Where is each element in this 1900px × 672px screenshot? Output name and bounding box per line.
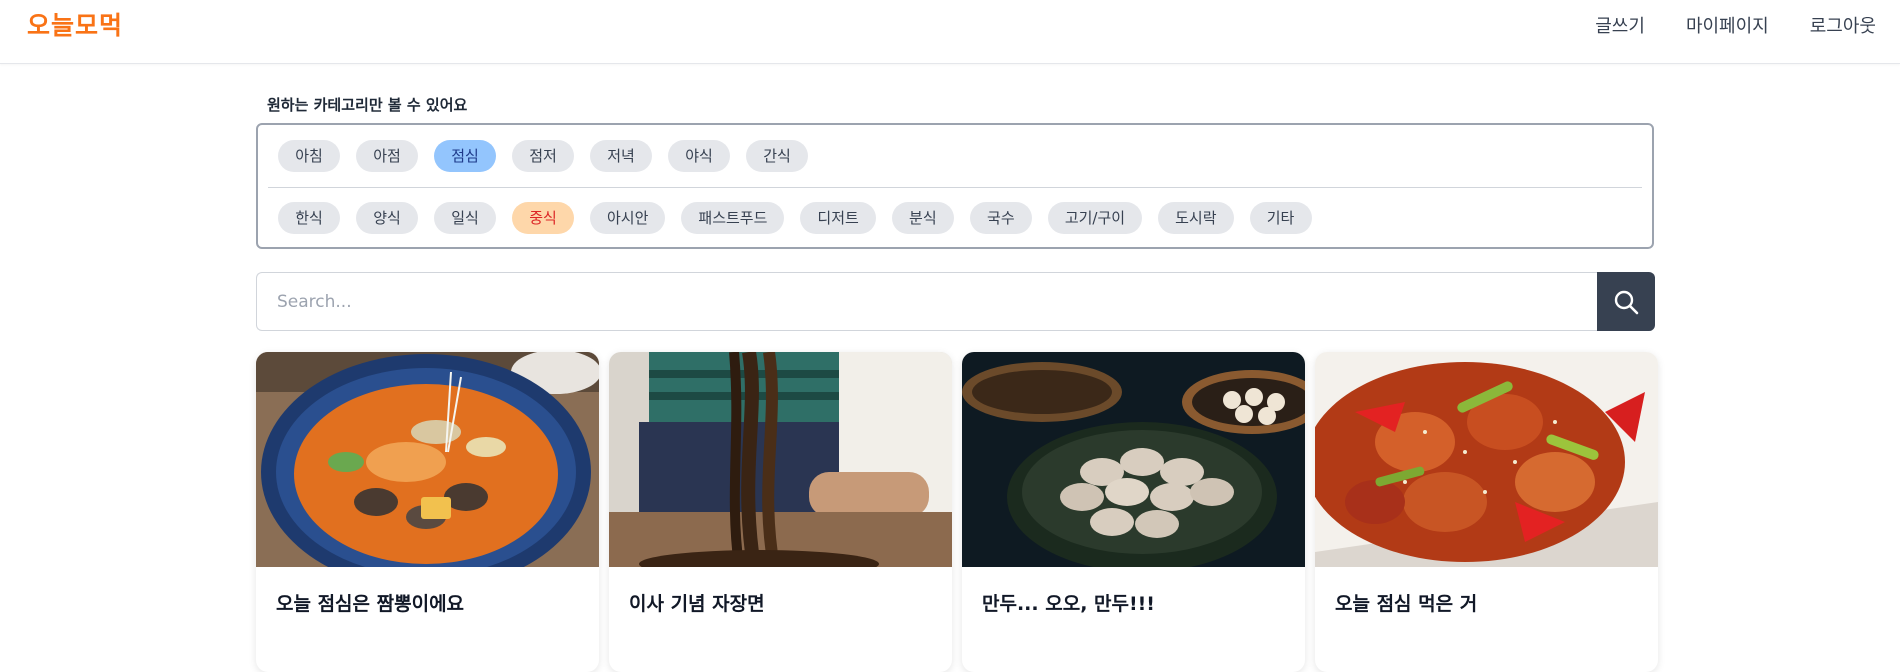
- chip-time-selected[interactable]: 점심: [434, 140, 496, 172]
- chip-cuisine-selected[interactable]: 중식: [512, 202, 574, 234]
- post-title: 이사 기념 자장면: [629, 593, 765, 615]
- sweet-sour-pork-photo: [1315, 352, 1658, 567]
- chip-time[interactable]: 아침: [278, 140, 340, 172]
- chip-cuisine[interactable]: 디저트: [800, 202, 876, 234]
- post-card-list: 오늘 점심은 짬뽕이에요 이사 기념 자장면 만두... 오오, 만두!!! 오…: [256, 352, 1658, 672]
- category-filter-box: 아침 아점 점심 점저 저녁 야식 간식 한식 양식 일식 중식 아시안 패스트…: [256, 123, 1654, 249]
- chip-time[interactable]: 저녁: [590, 140, 652, 172]
- chip-time[interactable]: 아점: [356, 140, 418, 172]
- chip-cuisine[interactable]: 한식: [278, 202, 340, 234]
- post-title: 오늘 점심 먹은 거: [1335, 593, 1478, 615]
- post-title: 오늘 점심은 짬뽕이에요: [276, 593, 465, 615]
- dumplings-photo: [962, 352, 1305, 567]
- chip-cuisine[interactable]: 아시안: [590, 202, 666, 234]
- cuisine-chips: 한식 양식 일식 중식 아시안 패스트푸드 디저트 분식 국수 고기/구이 도시…: [278, 202, 1312, 234]
- nav-write-link[interactable]: 글쓰기: [1595, 12, 1645, 38]
- chip-cuisine[interactable]: 양식: [356, 202, 418, 234]
- search-bar: [256, 272, 1655, 331]
- chip-cuisine[interactable]: 기타: [1249, 202, 1312, 234]
- search-input[interactable]: [256, 272, 1598, 331]
- top-navbar: 오늘모먹 글쓰기 마이페이지 로그아웃: [0, 0, 1900, 64]
- search-icon: [1614, 290, 1639, 314]
- nav-logout-link[interactable]: 로그아웃: [1810, 12, 1876, 38]
- jjamppong-photo: [256, 352, 599, 567]
- jajangmyeon-photo: [609, 352, 952, 567]
- meal-time-chips: 아침 아점 점심 점저 저녁 야식 간식: [278, 140, 808, 172]
- chip-time[interactable]: 야식: [668, 140, 730, 172]
- nav-menu: 글쓰기 마이페이지 로그아웃: [1595, 12, 1876, 38]
- chip-cuisine[interactable]: 국수: [969, 202, 1032, 234]
- chip-cuisine[interactable]: 일식: [434, 202, 496, 234]
- chip-time[interactable]: 점저: [512, 140, 574, 172]
- search-button[interactable]: [1597, 272, 1655, 331]
- nav-mypage-link[interactable]: 마이페이지: [1686, 12, 1769, 38]
- chip-cuisine[interactable]: 고기/구이: [1047, 202, 1143, 234]
- chip-cuisine[interactable]: 분식: [891, 202, 954, 234]
- filter-title: 원하는 카테고리만 볼 수 있어요: [267, 96, 468, 114]
- post-card[interactable]: 만두... 오오, 만두!!!: [962, 352, 1305, 672]
- brand-logo[interactable]: 오늘모먹: [27, 6, 123, 42]
- post-title: 만두... 오오, 만두!!!: [982, 593, 1155, 615]
- chip-cuisine[interactable]: 도시락: [1158, 202, 1234, 234]
- chip-cuisine[interactable]: 패스트푸드: [681, 202, 785, 234]
- post-card[interactable]: 오늘 점심 먹은 거: [1315, 352, 1658, 672]
- chip-time[interactable]: 간식: [746, 140, 808, 172]
- filter-divider: [268, 187, 1642, 188]
- post-card[interactable]: 이사 기념 자장면: [609, 352, 952, 672]
- post-card[interactable]: 오늘 점심은 짬뽕이에요: [256, 352, 599, 672]
